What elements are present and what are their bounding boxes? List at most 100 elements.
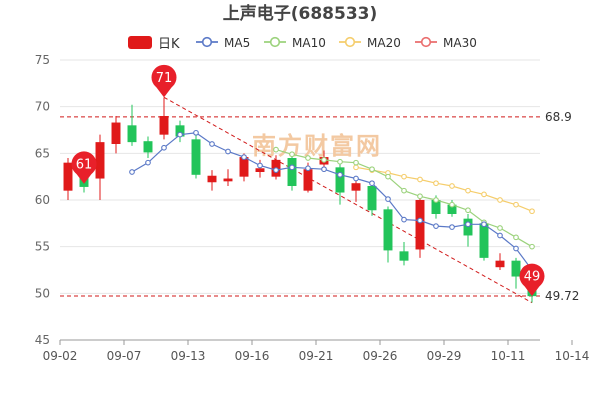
candle bbox=[207, 170, 217, 191]
candle-body bbox=[255, 168, 265, 172]
candle bbox=[63, 158, 73, 200]
candle bbox=[127, 104, 137, 146]
ma5-point bbox=[193, 129, 199, 136]
candle-body bbox=[351, 183, 361, 191]
chart-title: 上声电子(688533) bbox=[223, 3, 378, 24]
x-tick-label: 09-13 bbox=[171, 349, 206, 363]
watermark-text: 南方财富网 bbox=[252, 132, 382, 160]
ma10-point bbox=[433, 197, 439, 203]
ma5-point bbox=[257, 162, 263, 169]
candle-body bbox=[207, 175, 217, 183]
ma5-point bbox=[241, 154, 247, 160]
x-tick-label: 10-11 bbox=[491, 349, 526, 363]
candle bbox=[511, 257, 521, 289]
candle-body bbox=[239, 157, 249, 177]
ma20-point bbox=[433, 180, 439, 187]
candle bbox=[223, 169, 233, 186]
ma5-point bbox=[305, 165, 311, 172]
candle bbox=[335, 162, 345, 205]
legend-label: MA20 bbox=[367, 36, 401, 50]
ma10-point bbox=[289, 151, 295, 158]
legend-kline-swatch bbox=[128, 36, 152, 49]
candle-body bbox=[191, 139, 201, 175]
ma20-point bbox=[465, 187, 471, 194]
ma5-point bbox=[369, 180, 375, 187]
legend-label: MA30 bbox=[443, 36, 477, 50]
x-tick-label: 09-02 bbox=[43, 349, 78, 363]
x-tick-label: 09-07 bbox=[107, 349, 142, 363]
legend-label: MA5 bbox=[224, 36, 250, 50]
ma5-point bbox=[513, 245, 519, 252]
low-price-marker-left: 61 bbox=[71, 151, 97, 184]
y-tick-label: 55 bbox=[35, 240, 50, 254]
candle bbox=[463, 214, 473, 247]
ma10-point bbox=[337, 158, 343, 165]
candle bbox=[159, 97, 169, 140]
axes: 45 50 55 60 65 70 75 09-02 09-07 09-13 09-16 09-21 0… bbox=[35, 53, 590, 363]
ma20-point bbox=[401, 173, 407, 180]
ma5-point bbox=[209, 141, 215, 147]
ma5-point bbox=[321, 166, 327, 173]
legend-label: MA10 bbox=[292, 36, 326, 50]
ref-label-high: 68.9 bbox=[545, 110, 572, 124]
ma10-point bbox=[353, 159, 359, 166]
ma10-point bbox=[273, 146, 279, 153]
candle bbox=[143, 136, 153, 158]
candle-body bbox=[479, 223, 489, 258]
candle-body bbox=[511, 260, 521, 277]
candle-body bbox=[159, 116, 169, 135]
candle-body bbox=[495, 260, 505, 268]
ma5-point bbox=[497, 232, 503, 239]
candlestick-chart: 上声电子(688533) 日K MA5 MA10 MA20 MA30 南方财富网 45 5… bbox=[35, 3, 590, 363]
y-tick-label: 70 bbox=[35, 100, 50, 114]
ma10-point bbox=[305, 155, 311, 161]
ma20-point bbox=[497, 197, 503, 203]
candle bbox=[191, 131, 201, 179]
candle bbox=[255, 159, 265, 178]
ma20-point bbox=[449, 183, 455, 189]
ma5-point bbox=[449, 224, 455, 230]
ma10-point bbox=[497, 225, 503, 231]
x-tick-label: 09-16 bbox=[235, 349, 270, 363]
y-tick-label: 65 bbox=[35, 146, 50, 160]
ma5-point bbox=[145, 159, 151, 166]
x-tick-label: 09-26 bbox=[363, 349, 398, 363]
candle-body bbox=[399, 251, 409, 261]
candle-body bbox=[127, 125, 137, 143]
ma20-point bbox=[417, 176, 423, 183]
high-price-marker: 71 bbox=[151, 64, 177, 98]
candle-body bbox=[95, 142, 105, 179]
ma5-point bbox=[337, 171, 343, 178]
legend-marker bbox=[269, 36, 281, 48]
candle-body bbox=[367, 186, 377, 211]
candle-body bbox=[287, 158, 297, 186]
watermark: 南方财富网 bbox=[252, 132, 382, 160]
ma10-point bbox=[465, 207, 471, 214]
y-tick-label: 60 bbox=[35, 193, 50, 207]
legend-label: 日K bbox=[158, 37, 180, 52]
pin-label: 49 bbox=[524, 270, 541, 285]
ma5-point bbox=[177, 131, 183, 138]
ma10-point bbox=[401, 187, 407, 194]
ma20-point bbox=[353, 164, 359, 171]
candle bbox=[495, 253, 505, 270]
candle-body bbox=[383, 209, 393, 251]
x-tick-label: 09-29 bbox=[427, 349, 462, 363]
legend-marker bbox=[201, 36, 213, 48]
ref-label-low: 49.72 bbox=[545, 289, 579, 303]
ma20-point bbox=[481, 191, 487, 198]
x-tick-label: 10-14 bbox=[555, 349, 590, 363]
candle-body bbox=[111, 122, 121, 144]
ma5-point bbox=[273, 167, 279, 173]
x-tick-label: 09-21 bbox=[299, 349, 334, 363]
ma10-point bbox=[369, 166, 375, 173]
ma20-point bbox=[513, 201, 519, 208]
legend-marker bbox=[344, 36, 356, 48]
candle bbox=[383, 206, 393, 263]
ma10-point bbox=[513, 234, 519, 241]
ma10-point bbox=[529, 243, 535, 250]
ma5-point bbox=[225, 148, 231, 155]
pin-label: 71 bbox=[156, 71, 173, 86]
candle bbox=[287, 155, 297, 191]
candle bbox=[415, 197, 425, 258]
